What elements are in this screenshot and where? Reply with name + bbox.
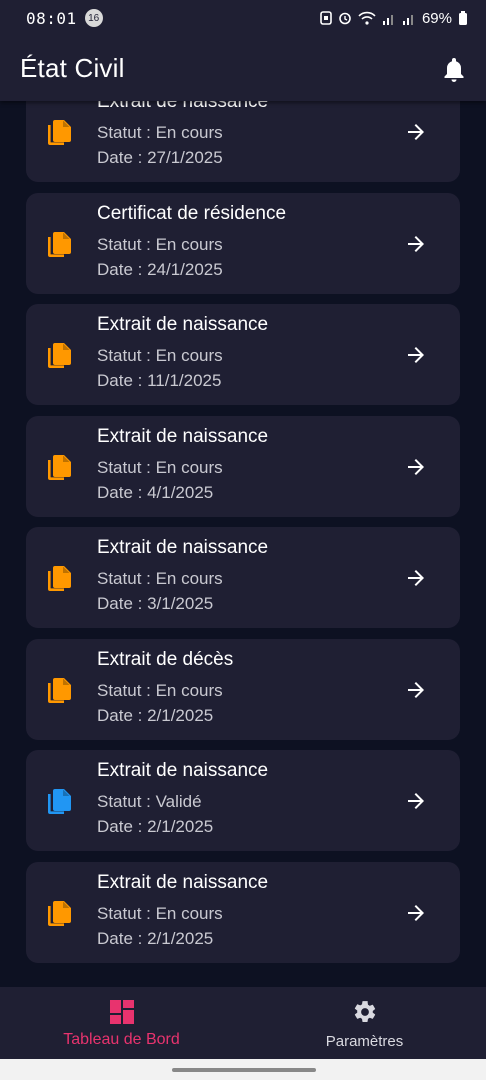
bell-icon[interactable] <box>440 55 468 83</box>
app-bar: État Civil <box>0 36 486 101</box>
request-title: Extrait de naissance <box>97 760 269 781</box>
request-card[interactable]: Extrait de naissance Statut : En cours Dat… <box>26 527 460 628</box>
system-gesture-bar <box>0 1059 486 1080</box>
home-gesture-handle[interactable] <box>172 1068 316 1072</box>
request-status: Statut : En cours <box>97 123 223 142</box>
request-card[interactable]: Extrait de naissance Statut : En cours Dat… <box>26 101 460 182</box>
document-copy-icon <box>46 342 72 370</box>
gear-icon <box>354 1001 375 1022</box>
request-list[interactable]: Extrait de naissance Statut : En cours Dat… <box>0 101 486 987</box>
request-status: Statut : En cours <box>97 457 223 477</box>
nav-label-settings: Paramètres <box>325 1033 404 1050</box>
request-card[interactable]: Extrait de décès Statut : En cours Date : … <box>26 638 460 740</box>
arrow-forward-icon[interactable] <box>404 343 428 367</box>
request-card[interactable]: Extrait de naissance Statut : En cours Dat… <box>26 861 460 963</box>
battery-icon <box>459 11 467 25</box>
request-status: Statut : En cours <box>97 234 223 254</box>
request-date: Date : 4/1/2025 <box>97 482 214 502</box>
request-status: Statut : En cours <box>97 903 223 923</box>
request-status: Statut : Validé <box>97 792 202 811</box>
request-title: Extrait de naissance <box>97 314 269 335</box>
request-date: Date : 3/1/2025 <box>97 594 214 613</box>
request-title: Extrait de naissance <box>97 101 269 112</box>
request-title: Extrait de naissance <box>97 871 269 893</box>
request-status: Statut : En cours <box>97 346 223 365</box>
request-title: Certificat de résidence <box>97 202 287 224</box>
request-date: Date : 2/1/2025 <box>97 928 214 948</box>
notification-count-badge: 16 <box>84 9 103 27</box>
status-bar: 08:01 16 69% <box>0 0 486 36</box>
request-date: Date : 11/1/2025 <box>97 371 222 390</box>
document-copy-icon <box>46 788 72 816</box>
document-copy-icon <box>46 565 72 593</box>
arrow-forward-icon[interactable] <box>404 789 428 813</box>
arrow-forward-icon[interactable] <box>404 455 428 479</box>
document-copy-icon <box>46 677 72 705</box>
document-copy-icon <box>46 454 72 482</box>
arrow-forward-icon[interactable] <box>404 678 428 702</box>
request-title: Extrait de naissance <box>97 425 269 447</box>
request-card[interactable]: Extrait de naissance Statut : Validé Date … <box>26 750 460 851</box>
request-status: Statut : En cours <box>97 569 223 588</box>
page-title: État Civil <box>20 53 125 83</box>
arrow-forward-icon[interactable] <box>404 566 428 590</box>
document-copy-icon <box>46 900 72 928</box>
sim-icon <box>320 11 332 25</box>
arrow-forward-icon[interactable] <box>404 120 428 144</box>
document-copy-icon <box>46 231 72 259</box>
dashboard-icon <box>109 1000 134 1024</box>
wifi-icon <box>358 11 376 25</box>
status-time: 08:01 <box>26 8 77 28</box>
alarm-icon <box>339 12 351 25</box>
request-title: Extrait de décès <box>97 648 234 670</box>
bottom-navigation: Tableau de Bord Paramètres <box>0 987 486 1059</box>
request-date: Date : 27/1/2025 <box>97 148 223 167</box>
request-card[interactable]: Extrait de naissance Statut : En cours Dat… <box>26 415 460 517</box>
request-title: Extrait de naissance <box>97 537 269 558</box>
document-copy-icon <box>46 119 72 147</box>
request-card[interactable]: Certificat de résidence Statut : En cours… <box>26 192 460 294</box>
status-indicators: 69% <box>320 10 468 27</box>
nav-label-dashboard: Tableau de Bord <box>63 1031 180 1048</box>
signal-2-icon <box>402 15 413 25</box>
nav-item-dashboard[interactable]: Tableau de Bord <box>0 987 243 1059</box>
request-date: Date : 24/1/2025 <box>97 259 223 279</box>
request-status: Statut : En cours <box>97 680 223 700</box>
arrow-forward-icon[interactable] <box>404 901 428 925</box>
signal-icon <box>382 15 393 25</box>
nav-item-settings[interactable]: Paramètres <box>243 987 486 1059</box>
request-card[interactable]: Extrait de naissance Statut : En cours Dat… <box>26 304 460 405</box>
arrow-forward-icon[interactable] <box>404 232 428 256</box>
request-date: Date : 2/1/2025 <box>97 817 214 836</box>
request-date: Date : 2/1/2025 <box>97 705 214 725</box>
battery-percent: 69% <box>421 9 452 27</box>
